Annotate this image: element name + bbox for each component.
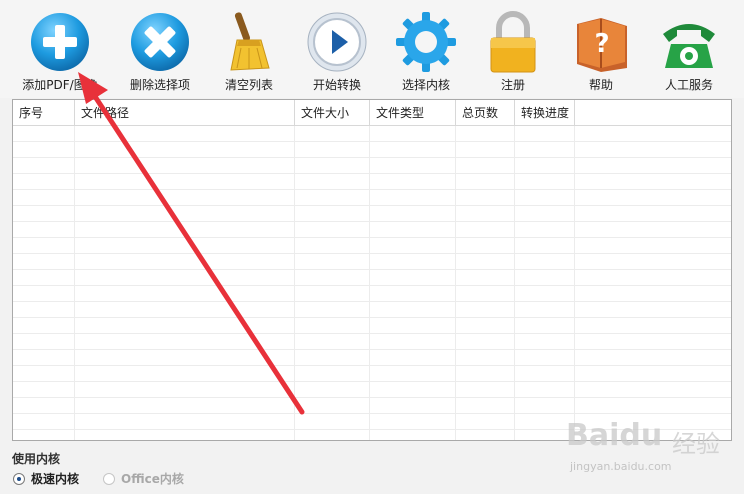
add-pdf-image-label: 添加PDF/图像: [22, 78, 98, 92]
broom-icon: [230, 12, 270, 71]
watermark-url: jingyan.baidu.com: [570, 460, 672, 473]
table-row: [13, 334, 731, 350]
table-row: [13, 350, 731, 366]
column-divider: [74, 126, 75, 440]
gear-icon: [396, 12, 456, 72]
table-row: [13, 382, 731, 398]
delete-selected-button[interactable]: 删除选择项: [115, 6, 205, 94]
select-kernel-label: 选择内核: [401, 78, 450, 92]
table-row: [13, 142, 731, 158]
add-circle-icon: [31, 13, 89, 71]
delete-selected-label: 删除选择项: [129, 78, 190, 92]
column-divider: [455, 126, 456, 440]
table-row: [13, 206, 731, 222]
table-row: [13, 126, 731, 142]
start-convert-label: 开始转换: [312, 78, 361, 92]
clear-list-button[interactable]: 清空列表: [204, 6, 294, 94]
clear-list-label: 清空列表: [224, 78, 273, 92]
table-row: [13, 190, 731, 206]
radio-selected-indicator[interactable]: [13, 473, 25, 485]
table-row: [13, 270, 731, 286]
column-divider: [514, 126, 515, 440]
table-row: [13, 238, 731, 254]
register-button[interactable]: 注册: [468, 6, 558, 94]
table-row: [13, 254, 731, 270]
play-icon: [307, 12, 367, 72]
lock-icon: [490, 11, 536, 73]
table-row: [13, 318, 731, 334]
delete-circle-icon: [131, 13, 189, 71]
column-header-index[interactable]: 序号: [13, 100, 75, 126]
human-service-label: 人工服务: [664, 78, 713, 92]
column-header-progress[interactable]: 转换进度: [515, 100, 575, 126]
radio-office-kernel-label: Office内核: [121, 472, 184, 486]
table-row: [13, 302, 731, 318]
table-header: 序号 文件路径 文件大小 文件类型 总页数 转换进度: [13, 100, 731, 126]
toolbar: 添加PDF/图像 删除选择项 清空列表 开始转换 选择内核 注册 ? 帮助 人工…: [0, 0, 744, 98]
column-divider: [574, 126, 575, 440]
table-row: [13, 222, 731, 238]
svg-text:?: ?: [594, 29, 609, 59]
start-convert-button[interactable]: 开始转换: [292, 6, 382, 94]
column-header-total-pages[interactable]: 总页数: [456, 100, 515, 126]
telephone-icon: [663, 24, 715, 68]
radio-fast-kernel-label: 极速内核: [31, 472, 80, 486]
add-pdf-image-button[interactable]: 添加PDF/图像: [15, 6, 105, 94]
column-divider: [369, 126, 370, 440]
table-row: [13, 286, 731, 302]
help-label: 帮助: [588, 78, 613, 92]
column-header-file-size[interactable]: 文件大小: [295, 100, 370, 126]
table-row: [13, 398, 731, 414]
select-kernel-button[interactable]: 选择内核: [381, 6, 471, 94]
table-row: [13, 174, 731, 190]
column-header-file-type[interactable]: 文件类型: [370, 100, 456, 126]
register-label: 注册: [500, 78, 525, 92]
table-row: [13, 158, 731, 174]
column-divider: [294, 126, 295, 440]
file-list-table[interactable]: 序号 文件路径 文件大小 文件类型 总页数 转换进度: [12, 99, 732, 441]
human-service-button[interactable]: 人工服务: [644, 6, 734, 94]
help-book-icon: ?: [577, 18, 627, 72]
kernel-section-title: 使用内核: [12, 452, 61, 466]
table-row: [13, 414, 731, 430]
table-row: [13, 366, 731, 382]
column-header-file-path[interactable]: 文件路径: [75, 100, 295, 126]
help-button[interactable]: ? 帮助: [556, 6, 646, 94]
radio-unselected-indicator: [103, 473, 115, 485]
